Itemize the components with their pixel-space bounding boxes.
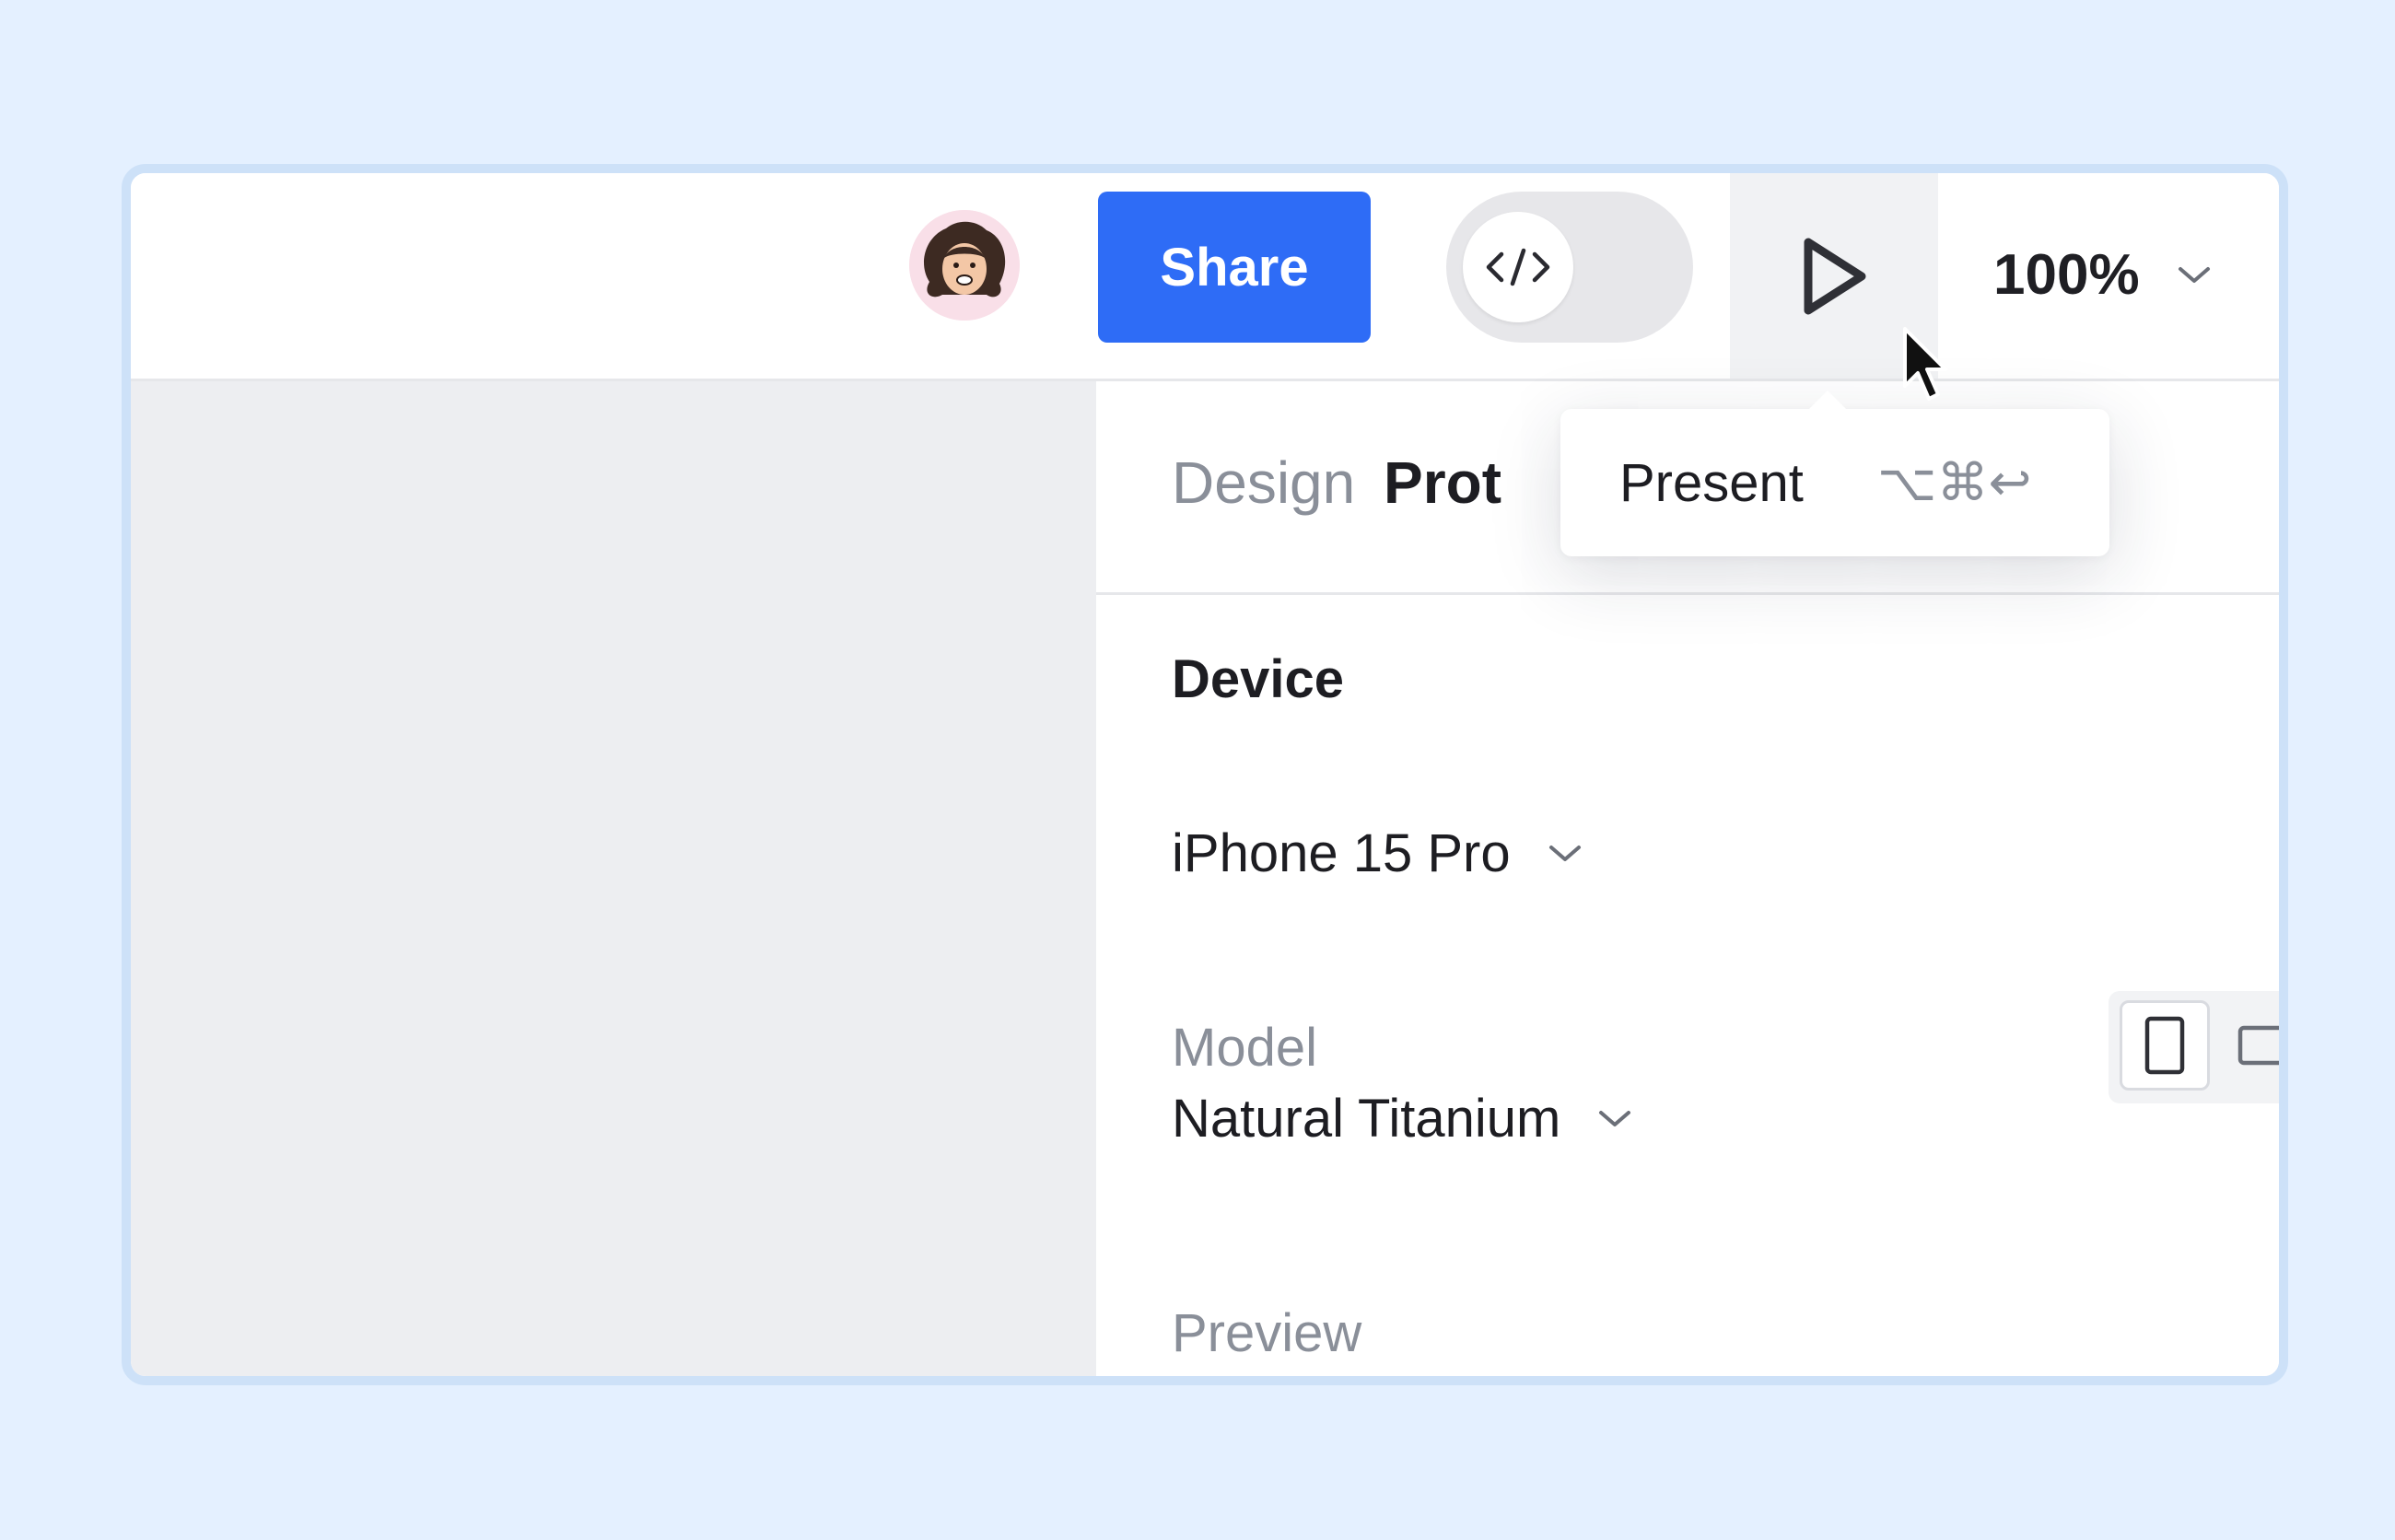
chevron-down-icon xyxy=(1548,846,1581,861)
preview-label: Preview xyxy=(1172,1303,1362,1363)
model-label: Model xyxy=(1172,1018,1317,1078)
portrait-button[interactable] xyxy=(2120,1000,2210,1091)
app-window: Share 100% Design Prot Device iPhone 15 … xyxy=(122,164,2288,1385)
model-value: Natural Titanium xyxy=(1172,1088,1561,1149)
dev-mode-knob xyxy=(1463,212,1573,322)
play-icon xyxy=(1804,238,1866,314)
landscape-button[interactable] xyxy=(2223,1000,2279,1091)
zoom-level: 100% xyxy=(1993,242,2140,307)
chevron-down-icon xyxy=(1599,1111,1631,1126)
tooltip-shortcut: ⌥⌘↩ xyxy=(1877,452,2032,513)
share-button-label: Share xyxy=(1160,237,1309,298)
landscape-phone-icon xyxy=(2237,1025,2279,1066)
user-avatar-icon xyxy=(909,210,1020,321)
toolbar: Share 100% xyxy=(131,173,2279,381)
dev-mode-toggle[interactable] xyxy=(1446,192,1693,343)
canvas[interactable] xyxy=(131,381,1096,1376)
tooltip-label: Present xyxy=(1619,452,1804,513)
avatar[interactable] xyxy=(909,210,1020,321)
device-dropdown[interactable]: iPhone 15 Pro xyxy=(1172,807,1583,899)
tooltip-arrow xyxy=(1807,391,1848,411)
mouse-cursor-icon xyxy=(1899,325,1955,413)
orientation-toggle-group xyxy=(2109,991,2279,1103)
present-tooltip: Present ⌥⌘↩ xyxy=(1560,409,2109,556)
chevron-down-icon xyxy=(2178,267,2210,283)
portrait-phone-icon xyxy=(2144,1016,2185,1075)
device-value: iPhone 15 Pro xyxy=(1172,822,1511,883)
zoom-dropdown[interactable]: 100% xyxy=(1993,228,2212,321)
model-dropdown[interactable]: Natural Titanium xyxy=(1172,1072,1632,1164)
device-section-title: Device xyxy=(1172,649,1345,709)
tab-design[interactable]: Design xyxy=(1172,437,1355,529)
code-icon xyxy=(1486,248,1550,286)
tab-prototype[interactable]: Prototype xyxy=(1384,437,1501,529)
share-button[interactable]: Share xyxy=(1098,192,1371,343)
